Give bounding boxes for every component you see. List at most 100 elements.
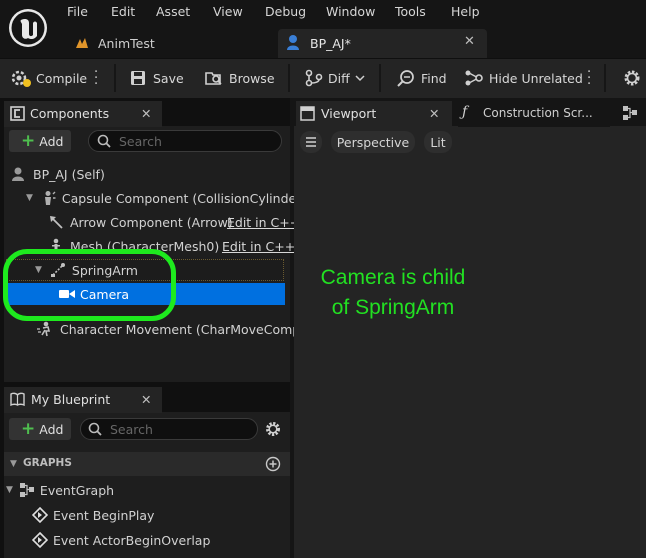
viewport-area[interactable] [294,126,646,558]
anim-asset-icon [74,36,90,50]
toolbar-options-icon[interactable]: · · · [587,66,591,91]
highlight-circle [3,249,176,321]
toolbar-separator [379,64,381,92]
menu-window[interactable]: Window [326,4,375,20]
graphs-label: GRAPHS [23,457,72,469]
tree-item-arrow[interactable]: Arrow Component (Arrow) Edit in C++ [48,211,300,233]
close-icon[interactable]: ✕ [141,106,151,121]
viewport-menu-button[interactable] [300,131,322,153]
actor-self-icon [10,166,26,182]
save-label: Save [153,70,184,86]
add-component-button[interactable]: + Add [9,130,71,152]
tree-item-label: Event ActorBeginOverlap [53,532,211,548]
arrow-component-icon [48,214,64,230]
lit-button[interactable]: Lit [424,131,452,153]
event-node-icon [32,532,48,548]
diff-icon [304,69,324,87]
edit-in-cpp-link[interactable]: Edit in C++ [222,239,295,254]
menu-tools[interactable]: Tools [395,4,426,20]
annotation-line-1: Camera is child [320,266,466,289]
plus-icon: + [21,419,36,439]
annotation-text: Camera is child of SpringArm [298,263,488,323]
menu-help[interactable]: Help [451,4,480,20]
event-node-icon [32,507,48,523]
browse-label: Browse [229,70,275,86]
save-icon [130,70,146,86]
find-label: Find [421,70,447,86]
hamburger-icon [305,137,317,147]
tree-item-label: EventGraph [39,482,115,498]
menu-debug[interactable]: Debug [265,4,306,20]
tab-my-blueprint[interactable]: My Blueprint ✕ [4,387,162,413]
components-title: Components [30,106,110,121]
close-icon[interactable]: ✕ [464,34,475,49]
add-blueprint-button[interactable]: + Add [9,418,71,440]
menu-edit[interactable]: Edit [111,4,135,20]
menu-asset[interactable]: Asset [156,4,190,20]
tree-item-label: Character Movement (CharMoveComp) [60,321,306,337]
tree-item-eventgraph[interactable]: ▼ EventGraph [6,479,286,501]
my-blueprint-title: My Blueprint [31,392,111,407]
components-search-input[interactable]: Search [88,130,282,152]
browse-icon [205,70,223,86]
search-placeholder: Search [110,421,153,437]
hide-unrelated-button[interactable]: Hide Unrelated [464,66,583,90]
toolbar-separator [288,64,290,92]
find-button[interactable]: Find [397,66,447,90]
tree-item-character-movement[interactable]: Character Movement (CharMoveComp) [36,318,305,340]
search-icon [97,134,111,148]
plus-icon: + [21,131,36,151]
compile-button[interactable]: Compile [10,66,87,90]
expand-arrow-icon[interactable]: ▼ [10,459,17,469]
diff-button[interactable]: Diff [304,66,365,90]
tree-item-label: Capsule Component (CollisionCylinder) [61,190,307,206]
browse-button[interactable]: Browse [205,66,275,90]
hide-unrelated-icon [464,69,484,87]
compile-icon [10,68,32,88]
blueprint-person-icon [286,34,300,50]
edit-in-cpp-link[interactable]: Edit in C++ [227,215,300,230]
tree-item-self[interactable]: BP_AJ (Self) [10,163,280,185]
perspective-button[interactable]: Perspective [331,131,415,153]
tab-bp-aj-label: BP_AJ* [310,36,351,51]
book-icon [10,392,25,406]
event-graph-tab-icon[interactable] [622,105,638,121]
tree-item-event-actorbeginoverlap[interactable]: Event ActorBeginOverlap [32,529,288,551]
menu-view[interactable]: View [213,4,243,20]
close-icon[interactable]: ✕ [141,392,151,407]
search-placeholder: Search [119,133,162,149]
expand-arrow-icon[interactable]: ▼ [26,193,33,203]
blueprint-search-input[interactable]: Search [80,418,258,440]
tree-item-label: Event BeginPlay [53,507,155,523]
viewport-icon [300,106,315,121]
compile-label: Compile [36,70,88,86]
tab-viewport[interactable]: Viewport ✕ [296,101,452,127]
function-icon: ƒ [462,104,468,120]
capsule-icon [40,190,56,206]
tab-construction-script[interactable]: ƒ Construction Scr... [458,101,610,127]
chevron-down-icon [355,74,365,82]
toolbar-separator [114,64,116,92]
search-icon [88,422,102,436]
close-icon[interactable]: ✕ [429,106,439,121]
settings-gear-icon[interactable] [622,68,642,88]
tab-components[interactable]: Components ✕ [4,101,162,127]
save-button[interactable]: Save [130,66,184,90]
event-graph-icon [19,482,35,498]
menu-file[interactable]: File [67,4,88,20]
tab-animtest-label: AnimTest [98,36,155,51]
tree-item-capsule[interactable]: ▼ Capsule Component (CollisionCylinder) [26,187,306,209]
expand-arrow-icon[interactable]: ▼ [6,485,13,495]
viewport-title: Viewport [321,106,377,121]
tree-item-event-beginplay[interactable]: Event BeginPlay [32,504,282,526]
tab-animtest[interactable]: AnimTest [66,29,272,58]
annotation-line-2: of SpringArm [331,296,455,319]
graphs-section-header[interactable]: ▼ GRAPHS [4,452,290,476]
diff-label: Diff [328,70,350,86]
add-graph-icon[interactable] [265,456,281,472]
settings-gear-icon[interactable] [264,420,282,438]
tab-bp-aj[interactable]: BP_AJ* ✕ [278,29,487,58]
compile-options-icon[interactable]: · · · [94,66,98,91]
tree-item-label: BP_AJ (Self) [33,166,105,182]
unreal-logo-icon[interactable] [7,7,49,49]
